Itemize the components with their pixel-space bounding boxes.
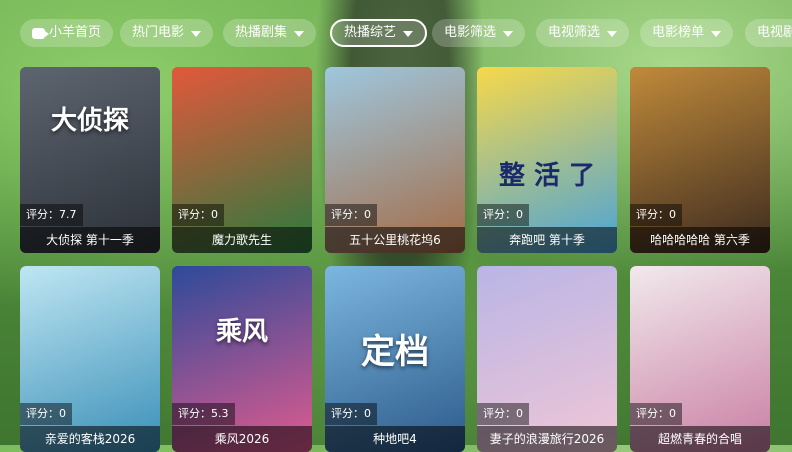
rating-badge: 评分：7.7 (20, 204, 83, 226)
nav-item-tv[interactable]: 电视剧 (745, 19, 792, 47)
show-card[interactable]: 评分：0 亲爱的客栈2026 (20, 266, 160, 452)
nav-label: 热播剧集 (235, 25, 288, 40)
nav-item-movie-chart[interactable]: 电影榜单 (640, 19, 734, 47)
show-card[interactable]: 评分：0 哈哈哈哈哈 第六季 (630, 67, 770, 253)
nav-label: 电影榜单 (652, 25, 705, 40)
show-title: 乘风2026 (172, 426, 312, 452)
nav-label: 电视剧 (757, 25, 792, 40)
filter-icon (191, 31, 202, 37)
rating-badge: 评分：0 (477, 403, 529, 425)
nav-label: 热门电影 (132, 25, 185, 40)
show-title: 种地吧4 (325, 426, 465, 452)
rating-badge: 评分：0 (20, 403, 72, 425)
show-card[interactable]: 乘风 评分：5.3 乘风2026 (172, 266, 312, 452)
poster-text: 乘风 (215, 317, 268, 347)
nav-item-tv-filter[interactable]: 电视筛选 (536, 19, 630, 47)
nav-item-hot-movies[interactable]: 热门电影 (120, 19, 214, 47)
poster-text: 定档 (361, 332, 429, 372)
nav-label: 热播综艺 (344, 25, 397, 40)
rating-badge: 评分：0 (630, 204, 682, 226)
top-navigation: 小羊首页 热门电影 热播剧集 热播综艺 电影筛选 电视筛选 电影榜单 电视剧 (0, 0, 792, 66)
filter-icon (711, 31, 722, 37)
nav-item-home[interactable]: 小羊首页 (20, 19, 114, 47)
show-card[interactable]: 评分：0 五十公里桃花坞6 (325, 67, 465, 253)
nav-item-movie-filter[interactable]: 电影筛选 (432, 19, 526, 47)
show-title: 超燃青春的合唱 (630, 426, 770, 452)
filter-icon (294, 31, 305, 37)
nav-item-hot-variety[interactable]: 热播综艺 (330, 19, 428, 47)
filter-icon (607, 31, 618, 37)
nav-item-hot-series[interactable]: 热播剧集 (223, 19, 317, 47)
filter-icon (503, 31, 514, 37)
nav-label: 电视筛选 (548, 25, 601, 40)
show-title: 奔跑吧 第十季 (477, 227, 617, 253)
nav-label: 小羊首页 (49, 25, 102, 40)
show-title: 魔力歌先生 (172, 227, 312, 253)
rating-badge: 评分：5.3 (172, 403, 235, 425)
show-card[interactable]: 评分：0 魔力歌先生 (172, 67, 312, 253)
show-title: 亲爱的客栈2026 (20, 426, 160, 452)
filter-icon (403, 31, 414, 37)
show-title: 妻子的浪漫旅行2026 (477, 426, 617, 452)
show-title: 哈哈哈哈哈 第六季 (630, 227, 770, 253)
home-icon (32, 27, 49, 39)
rating-badge: 评分：0 (325, 403, 377, 425)
nav-label: 电影筛选 (444, 25, 497, 40)
poster-text: 大侦探 (50, 106, 129, 136)
show-title: 大侦探 第十一季 (20, 227, 160, 253)
show-card[interactable]: 评分：0 超燃青春的合唱 (630, 266, 770, 452)
show-card[interactable]: 整 活 了 评分：0 奔跑吧 第十季 (477, 67, 617, 253)
rating-badge: 评分：0 (477, 204, 529, 226)
show-card[interactable]: 大侦探 评分：7.7 大侦探 第十一季 (20, 67, 160, 253)
rating-badge: 评分：0 (630, 403, 682, 425)
show-card[interactable]: 评分：0 妻子的浪漫旅行2026 (477, 266, 617, 452)
rating-badge: 评分：0 (172, 204, 224, 226)
show-title: 五十公里桃花坞6 (325, 227, 465, 253)
show-card[interactable]: 定档 评分：0 种地吧4 (325, 266, 465, 452)
poster-text: 整 活 了 (498, 161, 596, 191)
rating-badge: 评分：0 (325, 204, 377, 226)
